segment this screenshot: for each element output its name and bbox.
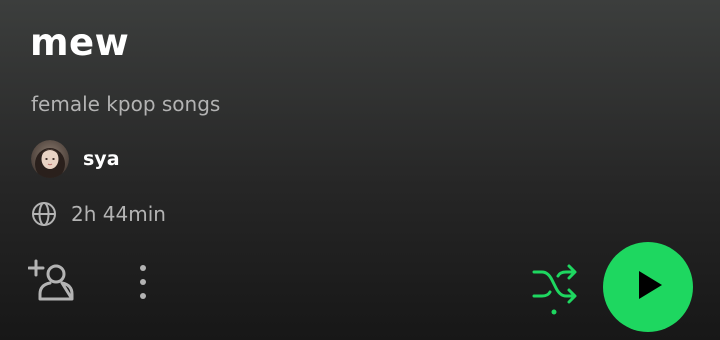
play-icon [631, 268, 665, 306]
avatar[interactable] [31, 140, 69, 178]
shuffle-button[interactable] [528, 262, 580, 318]
owner-name[interactable]: sya [83, 148, 120, 170]
owner-info[interactable]: sya [31, 140, 120, 178]
play-button[interactable] [603, 242, 693, 332]
playlist-description: female kpop songs [31, 92, 221, 116]
shuffle-icon [528, 264, 580, 322]
globe-icon [31, 201, 57, 227]
more-vertical-icon [128, 265, 158, 306]
playlist-duration: 2h 44min [71, 202, 166, 226]
add-user-icon [27, 259, 76, 308]
more-options-button[interactable] [128, 262, 158, 302]
playlist-meta: 2h 44min [31, 200, 166, 228]
playlist-header: mew female kpop songs sya 2h 44min [0, 0, 720, 340]
add-user-button[interactable] [27, 258, 76, 304]
playlist-title: mew [30, 21, 130, 64]
